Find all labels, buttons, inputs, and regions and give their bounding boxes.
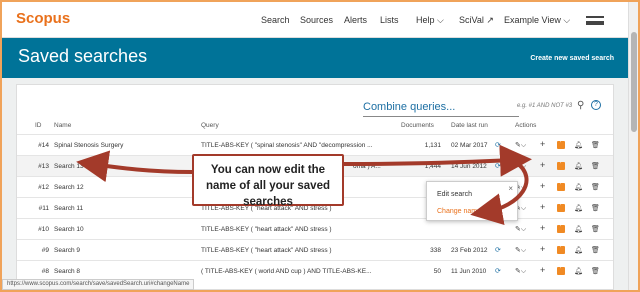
status-bar-url: https://www.scopus.com/search/save/saved… — [2, 279, 195, 290]
callout-arrows — [76, 144, 532, 225]
arrow-to-name — [76, 150, 193, 183]
callout-text: You can now edit the name of all your sa… — [206, 164, 330, 208]
callout-box: You can now edit the name of all your sa… — [192, 154, 344, 208]
arrow-to-change-name — [470, 160, 529, 225]
arrow-to-edit — [343, 144, 532, 177]
